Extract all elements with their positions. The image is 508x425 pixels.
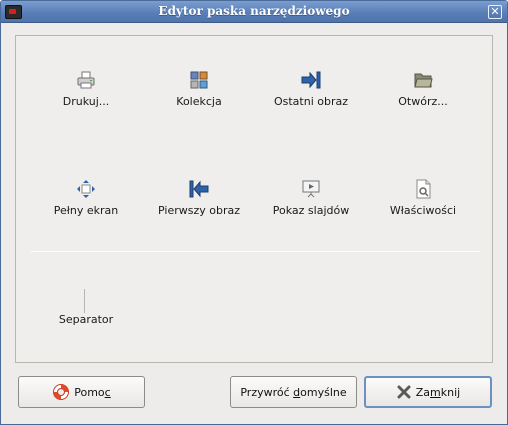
folder-open-icon (414, 73, 433, 88)
tool-item-open[interactable]: Otwórz... (368, 70, 478, 122)
tool-item-first-image[interactable]: Pierwszy obraz (144, 179, 254, 231)
help-lifebuoy-icon (53, 384, 70, 400)
collection-icon (190, 71, 208, 89)
reset-button-label: Przywróć domyślne (240, 385, 347, 399)
close-icon: ✕ (490, 5, 500, 18)
tool-label: Otwórz... (398, 95, 448, 108)
close-window-button[interactable]: ✕ (488, 5, 502, 19)
close-x-icon (397, 385, 411, 399)
title-bar[interactable]: Edytor paska narzędziowego ✕ (1, 1, 507, 23)
tool-label: Pełny ekran (53, 204, 119, 217)
tool-item-last-image[interactable]: Ostatni obraz (256, 70, 366, 122)
go-last-icon (301, 71, 321, 89)
tool-label: Drukuj... (62, 95, 110, 108)
reset-defaults-button[interactable]: Przywróć domyślne (230, 376, 357, 408)
toolbar-editor-dialog: Edytor paska narzędziowego ✕ Drukuj... K… (0, 0, 508, 425)
section-divider (30, 251, 480, 252)
tool-item-collection[interactable]: Kolekcja (144, 70, 254, 122)
close-button[interactable]: Zamknij (364, 376, 492, 408)
document-properties-icon (416, 179, 431, 199)
tool-label: Właściwości (389, 204, 457, 217)
tool-label: Ostatni obraz (273, 95, 349, 108)
printer-icon (77, 71, 95, 89)
tool-item-properties[interactable]: Właściwości (368, 179, 478, 231)
separator-label: Separator (58, 313, 114, 326)
tool-label: Kolekcja (176, 95, 222, 108)
fullscreen-icon (77, 180, 95, 198)
close-button-label: Zamknij (415, 385, 461, 399)
separator-preview[interactable] (84, 289, 85, 313)
tool-item-slideshow[interactable]: Pokaz slajdów (256, 179, 366, 231)
tool-label: Pierwszy obraz (158, 204, 240, 217)
help-button-label: Pomoc (74, 385, 111, 399)
slideshow-icon (302, 180, 320, 198)
tool-label: Pokaz slajdów (272, 204, 350, 217)
toolbar-items-panel: Drukuj... Kolekcja Ostatni obraz Otwórz.… (15, 35, 493, 363)
tool-item-print[interactable]: Drukuj... (31, 70, 141, 122)
window-title: Edytor paska narzędziowego (158, 4, 350, 18)
tool-item-fullscreen[interactable]: Pełny ekran (31, 179, 141, 231)
go-first-icon (189, 180, 209, 198)
help-button[interactable]: Pomoc (18, 376, 145, 408)
